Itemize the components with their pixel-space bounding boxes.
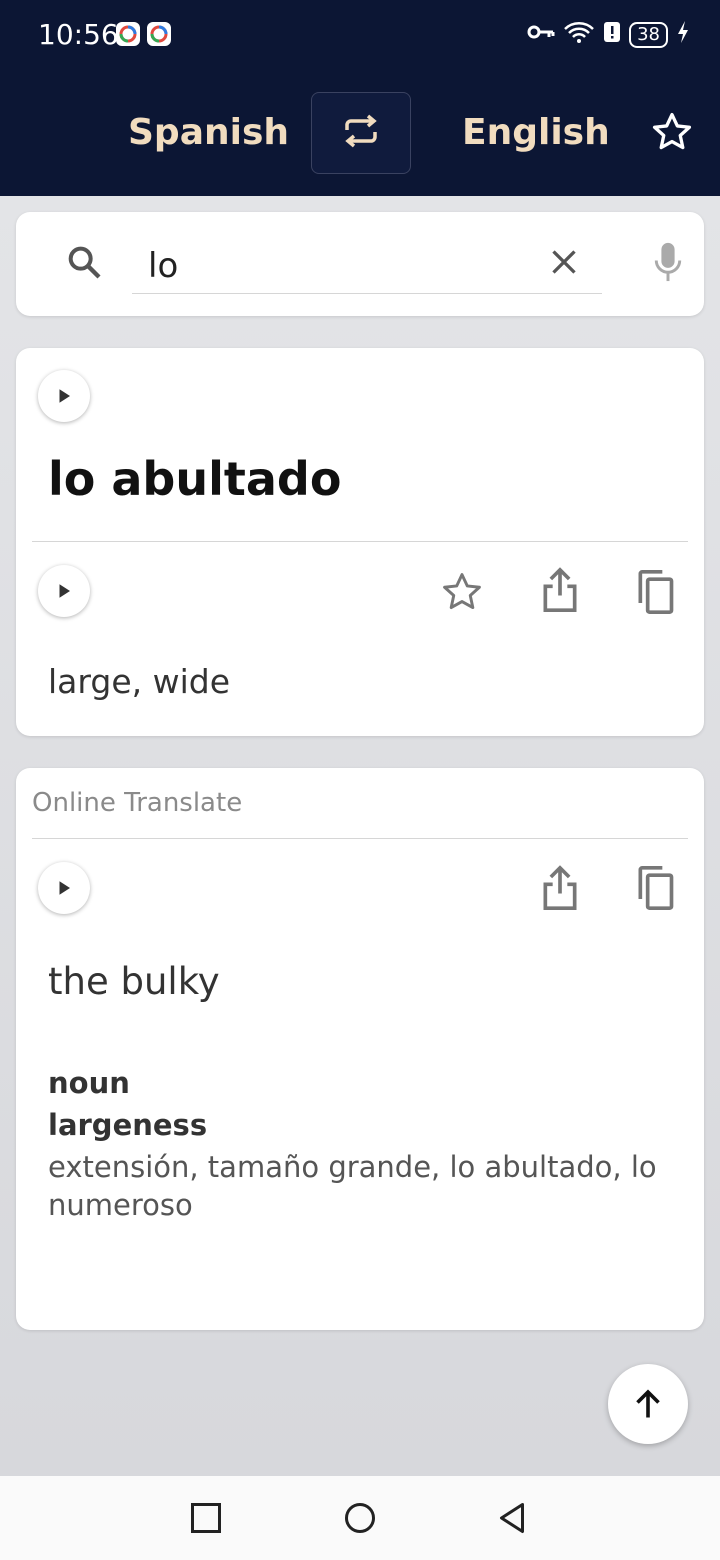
language-bar: Spanish English xyxy=(0,70,720,196)
play-icon xyxy=(59,389,70,403)
divider xyxy=(32,838,688,839)
clear-search-button[interactable] xyxy=(546,244,582,285)
status-indicators: 38 xyxy=(527,20,690,49)
share-icon xyxy=(543,567,577,612)
charging-icon xyxy=(676,20,690,49)
recent-apps-button[interactable] xyxy=(188,1500,224,1541)
share-icon xyxy=(543,865,577,910)
app-notification-icon xyxy=(116,22,140,46)
term-heading: lo abultado xyxy=(48,452,342,506)
back-button[interactable] xyxy=(494,1500,530,1541)
source-language-button[interactable]: Spanish xyxy=(128,112,289,153)
home-icon xyxy=(345,1503,375,1533)
target-language-button[interactable]: English xyxy=(462,112,610,153)
search-icon xyxy=(64,242,104,287)
definition-word: largeness xyxy=(48,1108,208,1142)
play-icon xyxy=(59,584,70,598)
play-online-translation-button[interactable] xyxy=(38,862,90,914)
copy-button[interactable] xyxy=(633,864,677,917)
divider xyxy=(32,541,688,542)
voice-input-button[interactable] xyxy=(650,240,686,289)
scroll-to-top-button[interactable] xyxy=(608,1364,688,1444)
share-button[interactable] xyxy=(538,864,582,917)
system-navigation-bar xyxy=(0,1476,720,1560)
online-translate-label: Online Translate xyxy=(32,788,243,818)
battery-level: 38 xyxy=(629,21,668,48)
dictionary-result-card: lo abultado large, wide xyxy=(16,348,704,736)
microphone-icon xyxy=(654,242,682,282)
copy-icon xyxy=(638,570,674,614)
arrow-up-icon xyxy=(636,1389,660,1418)
play-translation-button[interactable] xyxy=(38,565,90,617)
recent-apps-icon xyxy=(191,1503,221,1533)
part-of-speech: noun xyxy=(48,1066,130,1100)
play-icon xyxy=(59,881,70,895)
synonyms-text: extensión, tamaño grande, lo abultado, l… xyxy=(48,1150,657,1222)
wifi-icon xyxy=(563,20,595,49)
status-time: 10:56 xyxy=(38,18,119,51)
share-button[interactable] xyxy=(538,566,582,619)
swap-languages-button[interactable] xyxy=(311,92,411,174)
back-icon xyxy=(500,1503,524,1533)
favorites-button[interactable] xyxy=(650,110,694,154)
alert-icon xyxy=(603,20,621,49)
online-translation-text: the bulky xyxy=(48,960,220,1003)
close-icon xyxy=(552,250,576,274)
vpn-key-icon xyxy=(527,22,555,47)
add-favorite-button[interactable] xyxy=(440,570,484,619)
status-bar: 10:56 38 xyxy=(0,0,720,70)
copy-button[interactable] xyxy=(633,568,677,621)
search-bar xyxy=(16,212,704,316)
star-icon xyxy=(443,573,481,610)
swap-icon xyxy=(341,114,381,153)
online-translate-card: Online Translate the bulky noun largenes… xyxy=(16,768,704,1330)
translation-text: large, wide xyxy=(48,662,231,701)
star-icon xyxy=(650,112,694,158)
copy-icon xyxy=(638,866,674,910)
search-input[interactable] xyxy=(132,238,602,294)
app-notification-icon xyxy=(147,22,171,46)
play-term-button[interactable] xyxy=(38,370,90,422)
home-button[interactable] xyxy=(340,1500,380,1541)
